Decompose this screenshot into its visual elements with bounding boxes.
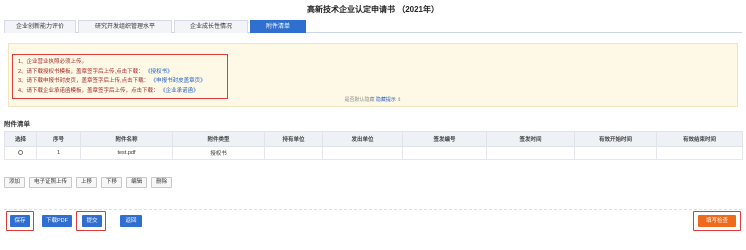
row-radio[interactable] [18,150,23,156]
download-cover-link[interactable]: 《申报书封皮盖章页》 [151,78,206,84]
notice-line-4-text: 4、请下载企业承诺函模板，盖章签字后上传，点击下载： [18,87,159,94]
footer-divider [4,209,742,210]
download-authorization-link[interactable]: 《授权书》 [145,69,173,75]
col-index: 序号 [36,131,81,147]
tab-innovation-evaluation[interactable]: 企业创新能力评价 [4,20,76,33]
row-number [402,146,487,160]
tab-attachments[interactable]: 附件清单 [250,20,306,33]
submit-button[interactable]: 提交 [82,215,102,227]
notice-line-4: 4、请下载企业承诺函模板，盖章签字后上传，点击下载： 《企业承诺函》 [18,87,222,97]
notice-line-3-text: 3、请下载申报书封皮页，盖章签字后上传,点击下载： [18,78,150,84]
notice-list-highlight: 1、企业营业执照必须上传。 2、请下载授权书模板，盖章签字后上传,点击下载： 《… [12,54,228,99]
table-toolbar: 添加 电子证照上传 上移 下移 编辑 删除 [4,177,173,188]
back-button[interactable]: 返回 [120,215,142,227]
hide-tips-label: 是否默认隐藏 [344,97,375,103]
notice-line-2: 2、请下载授权书模板，盖章签字后上传,点击下载： 《授权书》 [18,68,222,78]
page-title: 高新技术企业认定申请书 （2021年） [306,5,440,14]
col-select: 选择 [4,131,37,147]
tab-rd-management[interactable]: 研究开发组织管理水平 [78,20,172,33]
attachments-table: 选择 序号 附件名称 附件类型 持有单位 发出单位 签发编号 签发时间 有效开始… [4,131,743,160]
col-name: 附件名称 [80,131,173,147]
col-holder: 持有单位 [264,131,323,147]
col-issue-date: 签发时间 [486,131,575,147]
col-valid-start: 有效开始时间 [574,131,657,147]
move-down-button[interactable]: 下移 [101,177,123,188]
row-type: 授权书 [172,146,265,160]
table-row[interactable]: 1 test.pdf 授权书 [4,146,743,160]
hide-tips-row: 是否默认隐藏 隐藏提示 ⇕ [0,96,746,103]
col-issuer: 发出单位 [322,131,403,147]
col-valid-end: 有效结束时间 [656,131,743,147]
col-type: 附件类型 [172,131,265,147]
row-name: test.pdf [80,146,173,160]
attachments-title: 附件清单 [4,121,30,128]
edit-button[interactable]: 编辑 [126,177,148,188]
row-valid-end [656,146,743,160]
hide-tips-link[interactable]: 隐藏提示 [376,97,396,103]
row-holder [264,146,323,160]
row-index: 1 [36,146,81,160]
delete-button[interactable]: 删除 [151,177,173,188]
row-issuer [322,146,403,160]
row-issue-date [486,146,575,160]
tab-bar: 企业创新能力评价 研究开发组织管理水平 企业成长性情况 附件清单 [4,20,742,33]
move-up-button[interactable]: 上移 [76,177,98,188]
download-pdf-button[interactable]: 下载PDF [42,215,72,227]
notice-line-1: 1、企业营业执照必须上传。 [18,59,88,65]
col-number: 签发编号 [402,131,487,147]
toggle-arrow-icon[interactable]: ⇕ [397,97,401,103]
row-valid-start [574,146,657,160]
add-button[interactable]: 添加 [4,177,26,188]
download-commitment-link[interactable]: 《企业承诺函》 [160,88,199,94]
tab-growth[interactable]: 企业成长性情况 [174,20,248,33]
upload-cert-button[interactable]: 电子证照上传 [29,177,73,188]
notice-line-3: 3、请下载申报书封皮页，盖章签字后上传,点击下载： 《申报书封皮盖章页》 [18,77,222,87]
save-button[interactable]: 保存 [10,215,30,227]
notice-line-2-text: 2、请下载授权书模板，盖章签字后上传,点击下载： [18,68,144,75]
table-header-row: 选择 序号 附件名称 附件类型 持有单位 发出单位 签发编号 签发时间 有效开始… [4,131,743,147]
row-select-cell [4,146,37,160]
fill-check-button[interactable]: 填写检查 [698,215,736,227]
